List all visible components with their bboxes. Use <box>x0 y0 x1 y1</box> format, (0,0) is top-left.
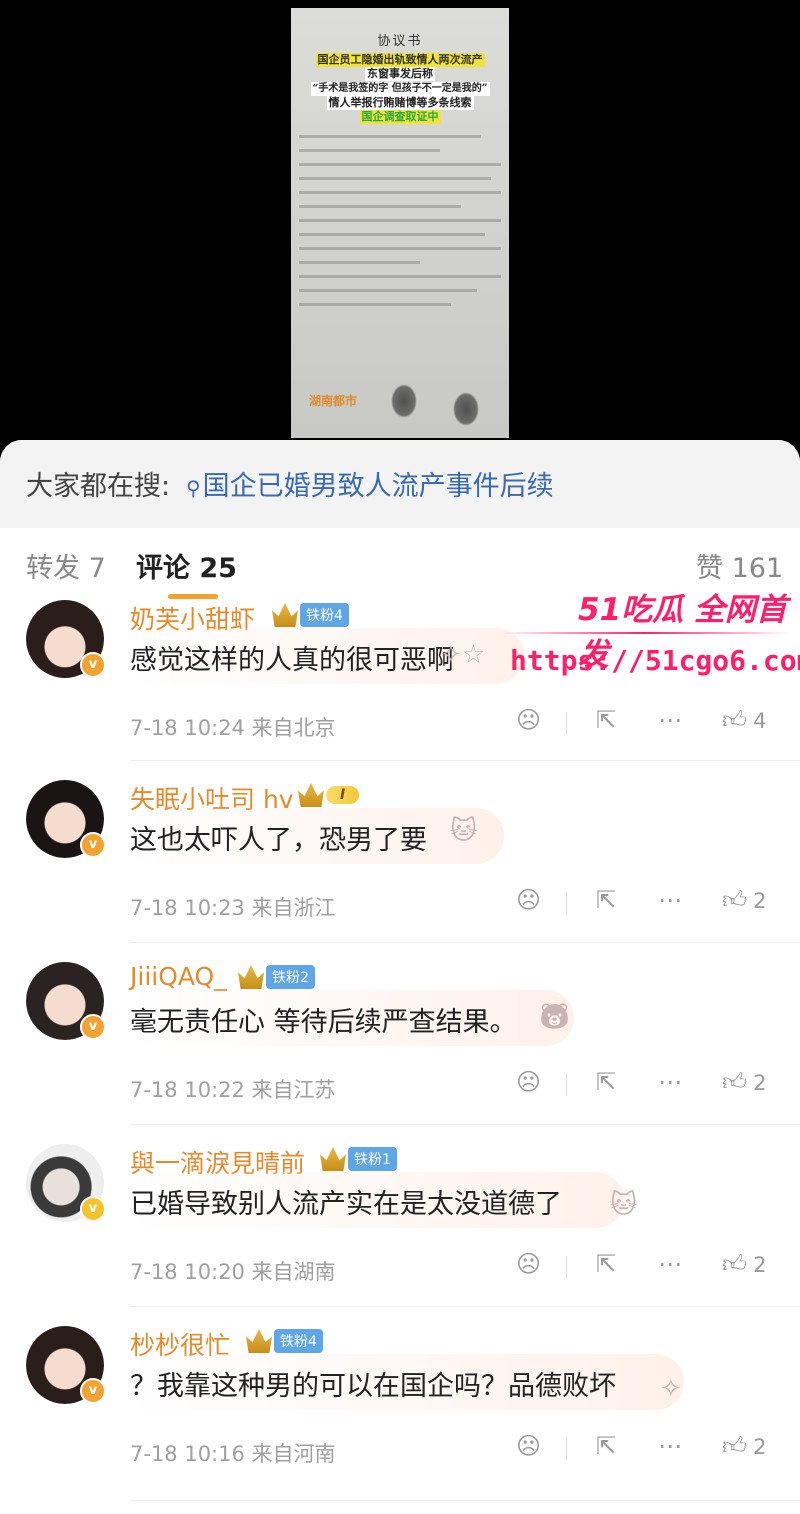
share-icon[interactable]: ⇱ <box>596 1250 616 1278</box>
comment-meta: 7-18 10:16 来自河南 <box>130 1438 336 1468</box>
crown-icon <box>320 1147 346 1171</box>
comment-time: 7-18 10:23 <box>130 896 245 920</box>
comment-location: 来自北京 <box>251 716 336 740</box>
reply-icon[interactable]: ⋯ <box>658 1432 682 1460</box>
comment-text: 毫无责任心 等待后续严查结果。 <box>130 1007 517 1038</box>
verified-badge-icon: v <box>80 832 106 858</box>
reply-icon[interactable]: ⋯ <box>658 1250 682 1278</box>
like-count: 2 <box>753 1435 767 1459</box>
cat-sticker-icon: 🐱︎ <box>610 1190 638 1220</box>
like-button[interactable]: 👍︎ 2 <box>722 886 766 915</box>
comment-time: 7-18 10:16 <box>130 1442 245 1466</box>
share-icon[interactable]: ⇱ <box>596 886 616 914</box>
tab-likes[interactable]: 赞 161 <box>696 546 783 585</box>
like-count: 2 <box>753 1071 767 1095</box>
search-suggestion-bar: 大家都在搜: ⚲国企已婚男致人流产事件后续 <box>0 440 800 528</box>
comment-author[interactable]: JiiiQAQ_ <box>130 962 227 991</box>
sticker-decoration-icon: 🐻︎ <box>538 1002 572 1032</box>
reply-icon[interactable]: ⋯ <box>658 886 682 914</box>
comment-item: v 與一滴淚見晴前 铁粉1 已婚导致别人流产实在是太没道德了 🐱︎ 7-18 1… <box>0 1144 800 1326</box>
like-button[interactable]: 👍︎ 2 <box>722 1250 766 1279</box>
comment-location: 来自江苏 <box>251 1078 336 1102</box>
verified-badge-icon: v <box>80 1196 106 1222</box>
sticker-decoration-icon: ✧☆ <box>440 640 486 670</box>
like-count: 4 <box>753 709 767 733</box>
video-area[interactable]: 协议书 国企员工隐婚出轨致情人两次流产 东窗事发后称 “手术是我签的字 但孩子不… <box>0 0 800 470</box>
level-badge: I <box>298 783 360 809</box>
comment-text: 感觉这样的人真的很可恶啊 <box>130 645 454 676</box>
fan-badge: 铁粉1 <box>320 1147 397 1173</box>
fan-badge: 铁粉2 <box>238 965 315 991</box>
verified-badge-icon: v <box>80 1378 106 1404</box>
share-icon[interactable]: ⇱ <box>596 706 616 734</box>
comment-text: 这也太吓人了，恐男了要 <box>130 825 427 856</box>
document-image[interactable]: 协议书 国企员工隐婚出轨致情人两次流产 东窗事发后称 “手术是我签的字 但孩子不… <box>291 8 509 438</box>
verified-badge-icon: v <box>80 652 106 678</box>
verified-badge-icon: v <box>80 1014 106 1040</box>
comment-text: ？我靠这种男的可以在国企吗？品德败坏 <box>130 1371 616 1402</box>
fan-badge: 铁粉4 <box>272 603 349 629</box>
comment-time: 7-18 10:22 <box>130 1078 245 1102</box>
comment-time: 7-18 10:24 <box>130 716 245 740</box>
like-count: 2 <box>753 1253 767 1277</box>
comment-item: v JiiiQAQ_ 铁粉2 毫无责任心 等待后续严查结果。 🐻︎ 7-18 1… <box>0 962 800 1144</box>
search-query: 国企已婚男致人流产事件后续 <box>202 471 554 502</box>
divider <box>130 760 800 761</box>
divider <box>130 942 800 943</box>
divider <box>130 1124 800 1125</box>
comment-location: 来自河南 <box>251 1442 336 1466</box>
share-icon[interactable]: ⇱ <box>596 1432 616 1460</box>
crown-icon <box>246 1329 272 1353</box>
document-source-logo: 湖南都市 <box>309 394 358 408</box>
like-count: 2 <box>753 889 767 913</box>
fingerprint-stamp <box>453 392 479 426</box>
divider <box>130 1500 800 1501</box>
comment-location: 来自浙江 <box>251 896 336 920</box>
crown-icon <box>298 783 324 807</box>
like-button[interactable]: 👍︎ 4 <box>722 706 766 735</box>
tab-repost[interactable]: 转发 7 <box>26 546 106 585</box>
dislike-icon[interactable]: ☹ <box>516 886 541 914</box>
like-button[interactable]: 👍︎ 2 <box>722 1432 766 1461</box>
comment-meta: 7-18 10:24 来自北京 <box>130 712 336 742</box>
search-suggestion-link[interactable]: ⚲国企已婚男致人流产事件后续 <box>186 464 554 503</box>
fingerprint-stamp <box>391 384 417 418</box>
headline-5: 国企调查取证中 <box>359 110 441 124</box>
hello-kitty-sticker-icon: 🐱︎ <box>450 816 478 846</box>
comment-meta: 7-18 10:23 来自浙江 <box>130 892 336 922</box>
document-body-text <box>299 135 501 306</box>
document-headlines: 国企员工隐婚出轨致情人两次流产 东窗事发后称 “手术是我签的字 但孩子不一定是我… <box>300 53 500 124</box>
headline-3: “手术是我签的字 但孩子不一定是我的” <box>310 82 490 96</box>
like-button[interactable]: 👍︎ 2 <box>722 1068 766 1097</box>
dislike-icon[interactable]: ☹ <box>516 1432 541 1460</box>
crown-icon <box>272 603 298 627</box>
headline-1: 国企员工隐婚出轨致情人两次流产 <box>315 53 485 67</box>
comment-meta: 7-18 10:20 来自湖南 <box>130 1256 336 1286</box>
watermark-line <box>500 632 790 634</box>
fan-badge: 铁粉4 <box>246 1329 323 1355</box>
share-icon[interactable]: ⇱ <box>596 1068 616 1096</box>
headline-2: 东窗事发后称 <box>365 67 435 81</box>
comment-text: 已婚导致别人流产实在是太没道德了 <box>130 1189 562 1220</box>
document-title: 协议书 <box>377 34 423 49</box>
comment-item: v 杪杪很忙 铁粉4 ？我靠这种男的可以在国企吗？品德败坏 ✧ 7-18 10:… <box>0 1326 800 1508</box>
tab-active-indicator <box>168 594 218 599</box>
reply-icon[interactable]: ⋯ <box>658 706 682 734</box>
crown-icon <box>238 965 264 989</box>
reply-icon[interactable]: ⋯ <box>658 1068 682 1096</box>
watermark-url: https://51cgo6.com <box>510 644 800 677</box>
dislike-icon[interactable]: ☹ <box>516 706 541 734</box>
dislike-icon[interactable]: ☹ <box>516 1068 541 1096</box>
search-prefix: 大家都在搜: <box>26 471 171 502</box>
tab-comments[interactable]: 评论 25 <box>136 546 237 585</box>
search-icon: ⚲ <box>186 476 201 500</box>
dislike-icon[interactable]: ☹ <box>516 1250 541 1278</box>
comment-item: v 失眠小吐司 hv I 这也太吓人了，恐男了要 🐱︎ 7-18 10:23 来… <box>0 780 800 962</box>
butterfly-sticker-icon: ✧ <box>660 1374 682 1404</box>
comment-meta: 7-18 10:22 来自江苏 <box>130 1074 336 1104</box>
comment-location: 来自湖南 <box>251 1260 336 1284</box>
divider <box>130 1306 800 1307</box>
headline-4: 情人举报行贿赌博等多条线索 <box>326 96 474 110</box>
comment-time: 7-18 10:20 <box>130 1260 245 1284</box>
